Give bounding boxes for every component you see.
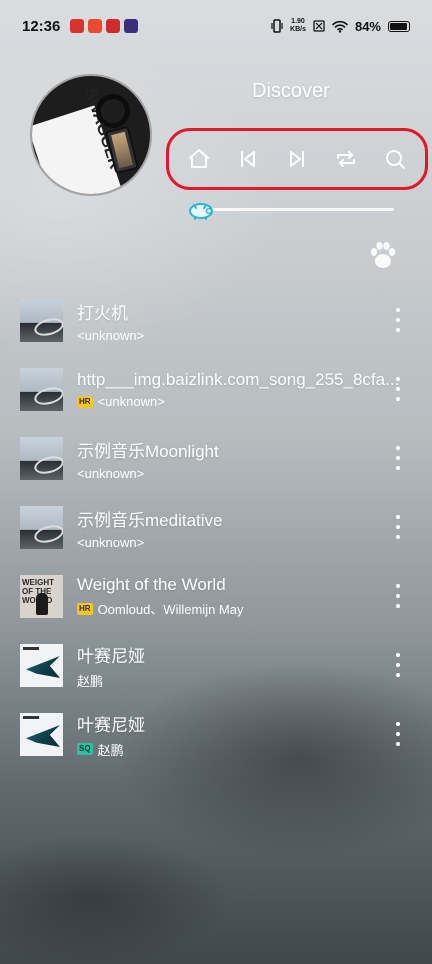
song-thumbnail: [20, 644, 63, 687]
search-button[interactable]: [377, 141, 413, 177]
song-title: 叶赛尼娅: [77, 715, 145, 735]
thumbnail-bird: [26, 656, 60, 678]
song-title: 打火机: [77, 303, 128, 323]
song-subtitle: SQ 赵鹏: [77, 740, 432, 759]
song-row[interactable]: 示例音乐meditative <unknown>: [0, 493, 432, 562]
album-art[interactable]: SWAGGER: [30, 74, 152, 196]
song-title: Weight of the World: [77, 575, 226, 594]
song-subtitle: <unknown>: [77, 328, 432, 343]
song-subtitle: 赵鹏: [77, 671, 432, 690]
wifi-icon: [332, 20, 348, 33]
player-controls: [166, 128, 428, 190]
song-title: 示例音乐meditative: [77, 510, 223, 530]
pig-icon[interactable]: [186, 200, 216, 220]
song-thumbnail: WEIGHT OF THE WORLD: [20, 575, 63, 618]
skip-next-icon: [289, 151, 304, 167]
more-options-icon[interactable]: [392, 584, 404, 608]
hr-badge: HR: [77, 395, 93, 408]
song-thumbnail: [20, 506, 63, 549]
song-thumbnail: [20, 437, 63, 480]
previous-button[interactable]: [230, 141, 266, 177]
repeat-icon: [336, 151, 355, 167]
app-notification-icon: [70, 19, 85, 33]
repeat-button[interactable]: [328, 141, 364, 177]
app-notification-icon: [88, 19, 103, 33]
more-options-icon[interactable]: [392, 446, 404, 470]
hr-badge: HR: [77, 602, 93, 615]
song-row[interactable]: 示例音乐Moonlight <unknown>: [0, 424, 432, 493]
song-thumbnail: [20, 713, 63, 756]
more-options-icon[interactable]: [392, 653, 404, 677]
song-info: Weight of the World HR Oomloud、Willemijn…: [77, 575, 432, 618]
song-row[interactable]: http___img.baizlink.com_song_255_8cfa...…: [0, 355, 432, 424]
sim-icon: [313, 20, 325, 32]
status-time: 12:36: [22, 17, 61, 35]
song-artist: <unknown>: [77, 465, 145, 481]
page-title: Discover: [252, 80, 330, 102]
song-title: http___img.baizlink.com_song_255_8cfa...: [77, 370, 400, 389]
more-options-icon[interactable]: [392, 515, 404, 539]
paw-icon[interactable]: [366, 238, 400, 272]
more-options-icon[interactable]: [392, 308, 404, 332]
app-notification-icon: [106, 19, 121, 33]
song-row[interactable]: 叶赛尼娅 赵鹏: [0, 631, 432, 700]
song-list: 打火机 <unknown> http___img.baizlink.com_so…: [0, 286, 432, 769]
home-icon: [189, 149, 210, 168]
status-right: 1.90 KB/s 84%: [271, 18, 410, 34]
more-options-icon[interactable]: [392, 377, 404, 401]
song-subtitle: HR <unknown>: [77, 394, 432, 409]
battery-percent: 84%: [354, 18, 381, 34]
song-thumbnail: [20, 368, 63, 411]
home-button[interactable]: [181, 141, 217, 177]
song-row[interactable]: 打火机 <unknown>: [0, 286, 432, 355]
song-artist: Oomloud、Willemijn May: [97, 602, 244, 617]
song-artist: <unknown>: [77, 534, 145, 550]
notification-icons: [70, 19, 139, 33]
status-bar: 12:36 1.90 KB/s 84%: [0, 0, 432, 52]
headphone-graphic: [96, 94, 130, 128]
song-artist: 赵鹏: [77, 673, 104, 689]
thumbnail-bird: [26, 725, 60, 747]
song-subtitle: <unknown>: [77, 466, 432, 481]
song-subtitle: <unknown>: [77, 535, 432, 550]
song-title: 叶赛尼娅: [77, 646, 145, 666]
progress-track[interactable]: [200, 208, 394, 211]
sq-badge: SQ: [77, 743, 93, 755]
song-info: 叶赛尼娅 SQ 赵鹏: [77, 711, 432, 759]
song-info: 示例音乐Moonlight <unknown>: [77, 437, 432, 481]
search-icon: [385, 150, 405, 169]
thumbnail-figure: [36, 593, 48, 615]
more-options-icon[interactable]: [392, 722, 404, 746]
song-artist: <unknown>: [77, 327, 145, 343]
skip-previous-icon: [241, 151, 256, 167]
network-speed: 1.90 KB/s: [290, 18, 306, 33]
song-info: http___img.baizlink.com_song_255_8cfa...…: [77, 370, 432, 409]
song-subtitle: HR Oomloud、Willemijn May: [77, 599, 432, 618]
playback-progress[interactable]: [186, 200, 394, 220]
song-thumbnail: [20, 299, 63, 342]
song-info: 打火机 <unknown>: [77, 299, 432, 343]
song-info: 叶赛尼娅 赵鹏: [77, 642, 432, 690]
song-artist: <unknown>: [97, 394, 165, 409]
song-row[interactable]: WEIGHT OF THE WORLD Weight of the World …: [0, 562, 432, 631]
song-artist: 赵鹏: [97, 742, 124, 758]
song-title: 示例音乐Moonlight: [77, 441, 219, 461]
battery-icon: [388, 20, 410, 32]
song-row[interactable]: 叶赛尼娅 SQ 赵鹏: [0, 700, 432, 769]
app-notification-icon: [124, 19, 139, 33]
vibrate-icon: [271, 19, 283, 33]
next-button[interactable]: [279, 141, 315, 177]
song-info: 示例音乐meditative <unknown>: [77, 506, 432, 550]
